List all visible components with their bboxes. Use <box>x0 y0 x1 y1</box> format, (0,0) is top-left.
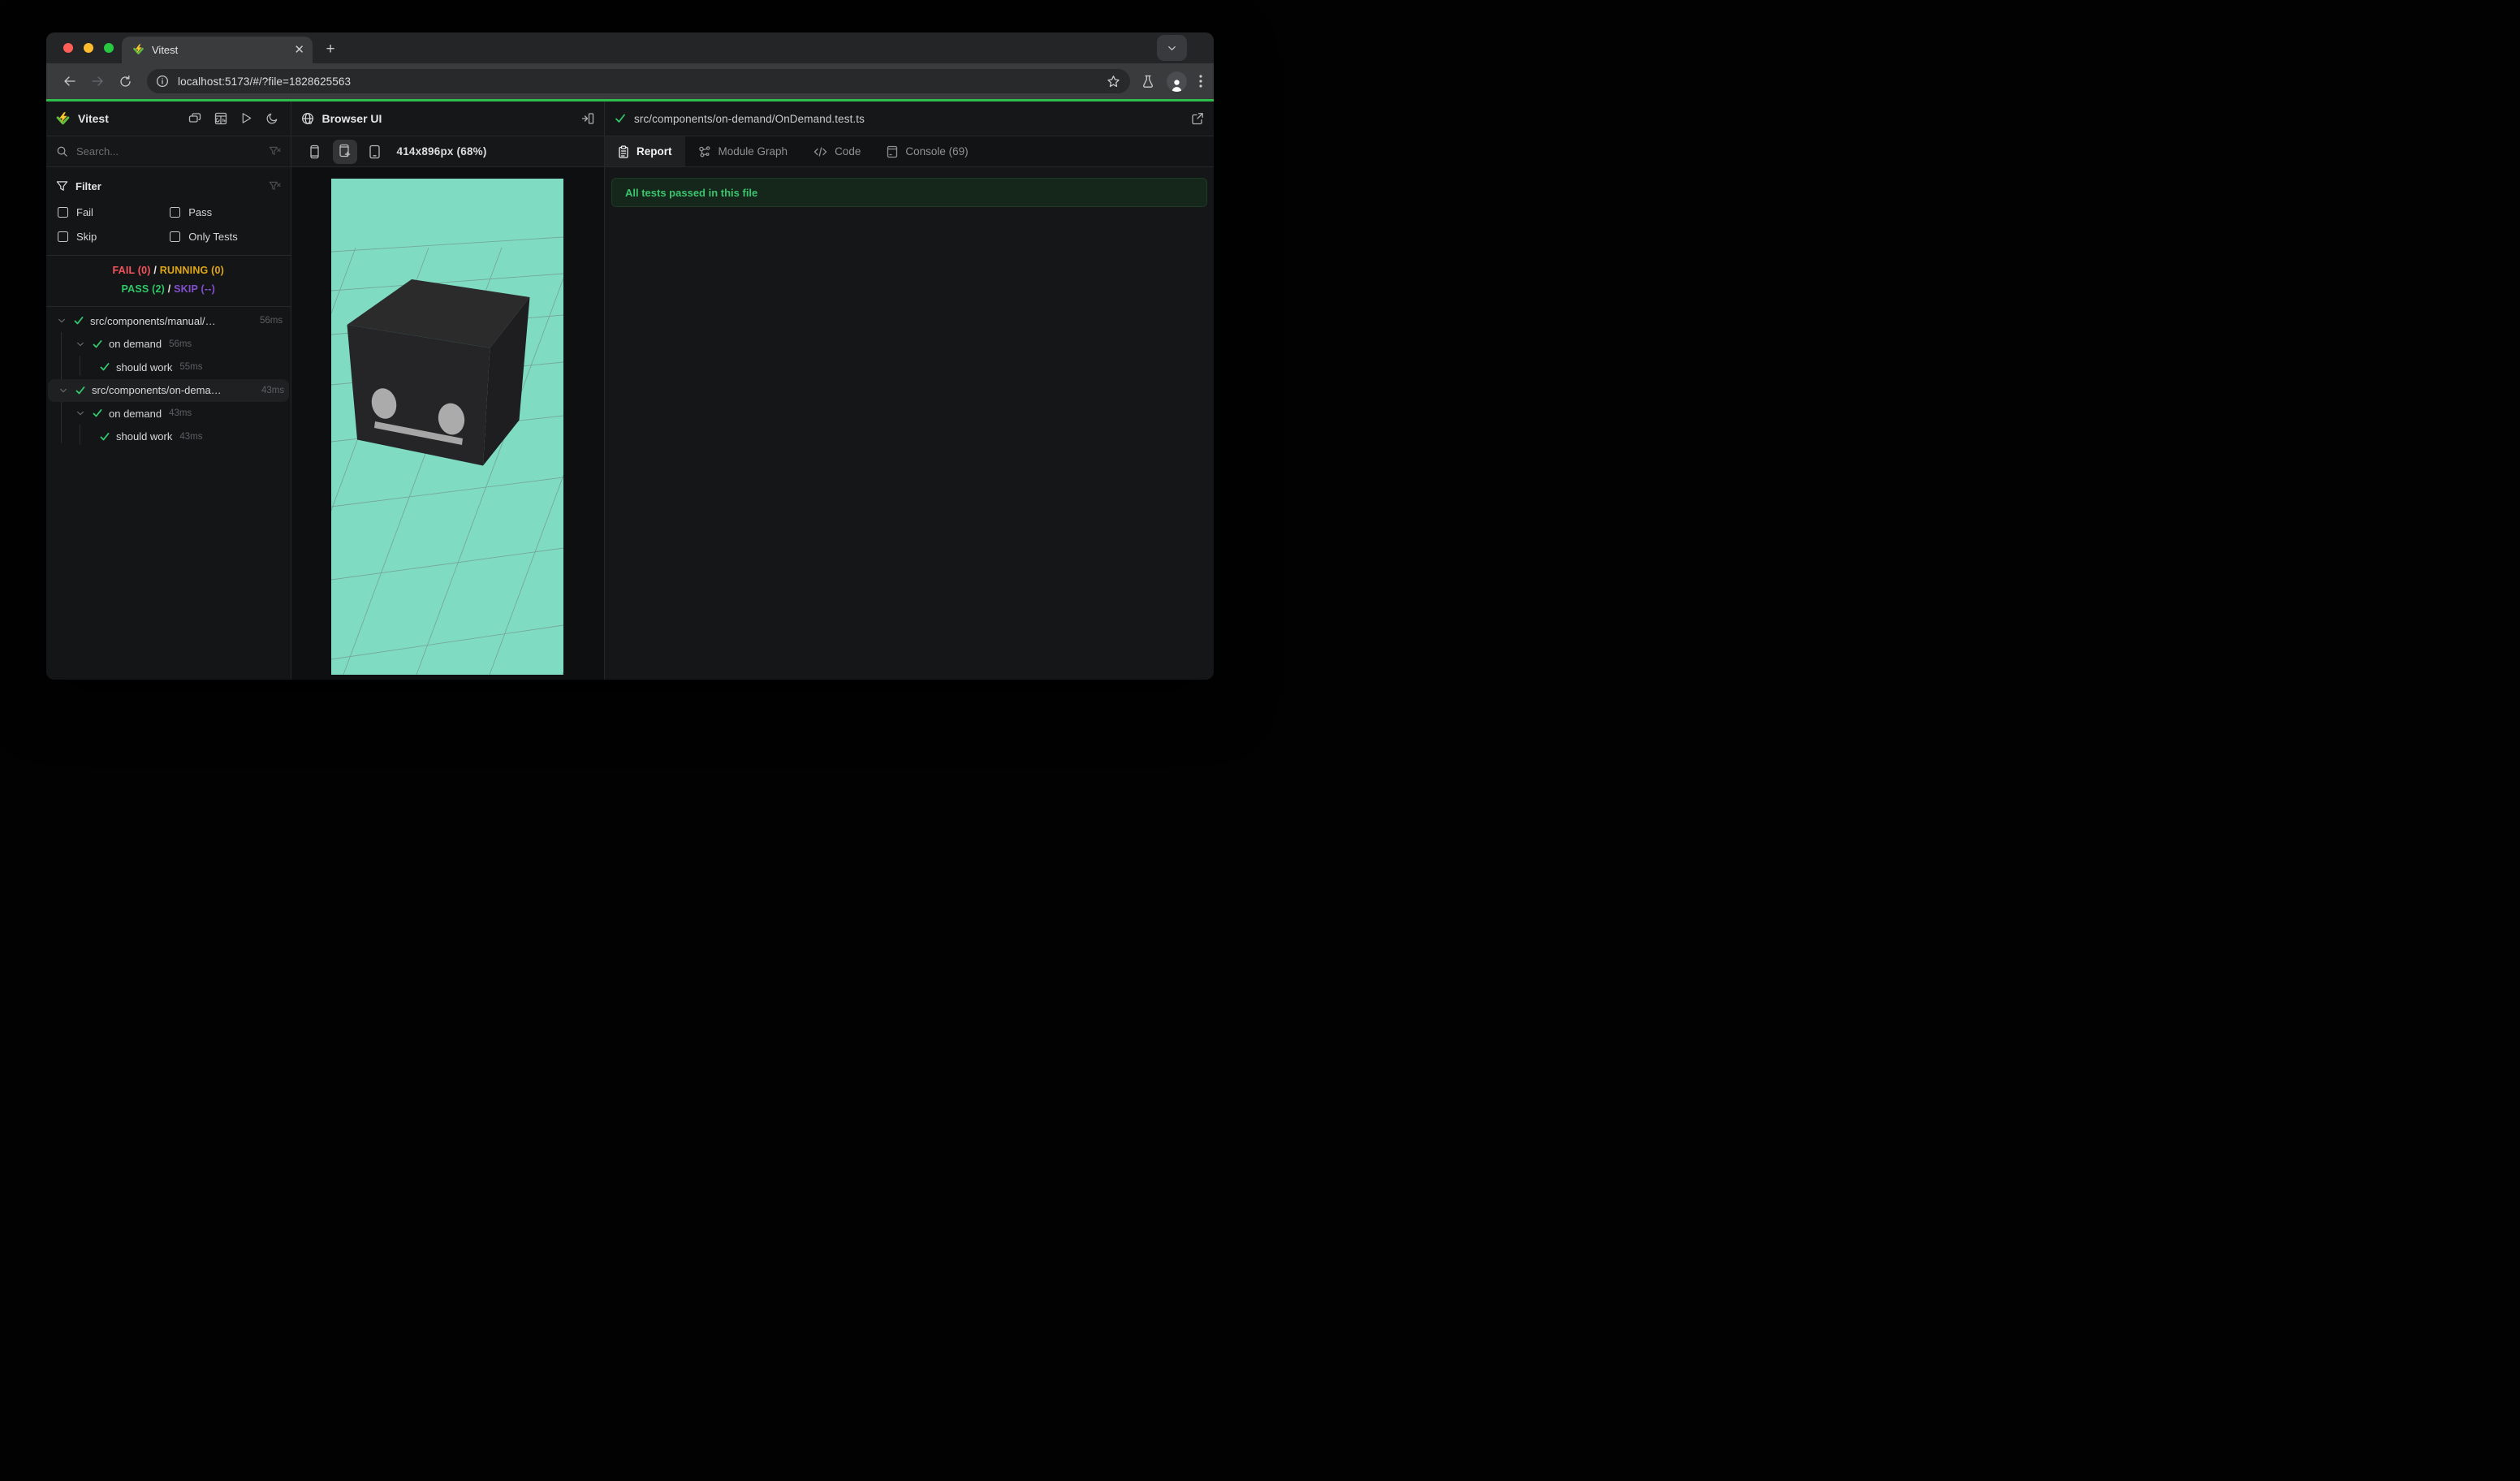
report-layout-icon[interactable] <box>213 112 229 125</box>
preview-title: Browser UI <box>321 112 382 125</box>
sidebar: Vitest Search... Filter Fail Pass Skip O… <box>46 101 291 680</box>
address-bar[interactable]: localhost:5173/#/?file=1828625563 <box>147 69 1130 93</box>
pass-check-icon <box>75 386 86 395</box>
forward-button[interactable] <box>84 75 111 88</box>
preview-content <box>291 167 605 678</box>
tab-console[interactable]: Console (69) <box>874 136 981 166</box>
code-icon <box>813 146 827 158</box>
vitest-logo-icon <box>56 111 70 126</box>
pass-check-icon <box>92 408 103 418</box>
tab-module-graph[interactable]: Module Graph <box>685 136 801 166</box>
window-controls <box>63 43 114 53</box>
pass-check-icon <box>615 113 626 124</box>
labs-flask-icon[interactable] <box>1141 75 1154 89</box>
vitest-favicon-icon <box>132 44 145 56</box>
external-link-icon[interactable] <box>1191 112 1204 125</box>
bookmark-star-icon[interactable] <box>1107 75 1120 89</box>
filter-funnel-icon <box>56 180 68 192</box>
vitest-ui: Vitest Search... Filter Fail Pass Skip O… <box>46 101 1214 680</box>
reload-button[interactable] <box>111 75 139 89</box>
pass-check-icon <box>92 339 103 349</box>
search-row <box>46 136 291 167</box>
module-graph-icon <box>698 145 711 158</box>
preview-toolbar: 414x896px (68%) <box>291 136 604 167</box>
search-icon <box>56 145 68 158</box>
browser-window: Vitest ✕ + localhost:5173/#/?file=182862… <box>46 32 1214 680</box>
app-title: Vitest <box>78 112 109 125</box>
dark-mode-moon-icon[interactable] <box>265 112 281 125</box>
pass-check-icon <box>73 316 84 326</box>
tree-file-row-selected[interactable]: src/components/on-dema… 43ms <box>48 378 289 402</box>
device-large-phone-button[interactable] <box>332 139 357 164</box>
report-content: All tests passed in this file <box>605 178 1214 207</box>
new-tab-button[interactable]: + <box>319 39 342 60</box>
tab-code[interactable]: Code <box>800 136 874 166</box>
pass-check-icon <box>99 432 110 442</box>
dashboard-windows-icon[interactable] <box>187 112 203 125</box>
tree-test-row[interactable]: should work 55ms <box>46 356 291 379</box>
clear-filter-icon[interactable] <box>269 180 281 192</box>
test-tree: src/components/manual/… 56ms on demand 5… <box>46 307 291 448</box>
filter-skip-checkbox[interactable]: Skip <box>56 227 168 245</box>
device-tablet-button[interactable] <box>363 140 387 164</box>
checkbox[interactable] <box>58 231 68 242</box>
browser-menu-icon[interactable] <box>1199 75 1202 88</box>
tree-file-row[interactable]: src/components/manual/… 56ms <box>46 309 291 333</box>
viewport-size-label: 414x896px (68%) <box>396 145 487 158</box>
chevron-down-icon[interactable] <box>58 386 69 395</box>
close-window-button[interactable] <box>63 43 73 53</box>
chevron-down-icon[interactable] <box>75 409 86 417</box>
sidebar-header: Vitest <box>46 101 291 136</box>
tested-app-iframe[interactable] <box>331 179 564 675</box>
tab-title: Vitest <box>152 44 179 56</box>
site-info-icon[interactable] <box>153 72 171 90</box>
chevron-down-icon[interactable] <box>75 340 86 348</box>
clipboard-icon <box>618 145 629 158</box>
clear-filter-icon[interactable] <box>269 145 281 158</box>
minimize-window-button[interactable] <box>84 43 93 53</box>
preview-header: Browser UI <box>291 101 604 136</box>
test-summary: FAIL (0) / RUNNING (0) PASS (2) / SKIP (… <box>46 256 291 307</box>
report-panel: src/components/on-demand/OnDemand.test.t… <box>605 101 1214 680</box>
device-small-phone-button[interactable] <box>303 140 327 164</box>
checkbox[interactable] <box>170 206 181 218</box>
globe-icon <box>301 112 314 125</box>
all-tests-passed-banner: All tests passed in this file <box>611 178 1207 207</box>
run-all-play-icon[interactable] <box>239 112 255 125</box>
report-tabs: Report Module Graph Code Console (69) <box>605 136 1214 167</box>
console-icon <box>887 145 898 158</box>
browser-preview-panel: Browser UI 414x896px (68%) <box>291 101 605 680</box>
browser-tabstrip: Vitest ✕ + <box>46 32 1214 63</box>
browser-toolbar: localhost:5173/#/?file=1828625563 <box>46 63 1214 99</box>
checkbox[interactable] <box>58 206 68 218</box>
filter-title: Filter <box>76 179 101 192</box>
filter-only-tests-checkbox[interactable]: Only Tests <box>168 227 280 245</box>
search-input[interactable] <box>76 145 269 158</box>
browser-tab[interactable]: Vitest ✕ <box>122 37 313 63</box>
back-button[interactable] <box>56 75 84 88</box>
report-file-path: src/components/on-demand/OnDemand.test.t… <box>634 112 865 125</box>
tree-test-row[interactable]: should work 43ms <box>46 425 291 449</box>
filter-pass-checkbox[interactable]: Pass <box>168 203 280 221</box>
report-header: src/components/on-demand/OnDemand.test.t… <box>605 101 1214 136</box>
pass-check-icon <box>99 362 110 372</box>
chevron-down-icon[interactable] <box>56 317 67 325</box>
checkbox[interactable] <box>170 231 181 242</box>
tree-suite-row[interactable]: on demand 56ms <box>46 333 291 356</box>
filter-fail-checkbox[interactable]: Fail <box>56 203 168 221</box>
maximize-window-button[interactable] <box>104 43 114 53</box>
tree-suite-row[interactable]: on demand 43ms <box>46 402 291 425</box>
tab-search-chevron-button[interactable] <box>1157 35 1187 61</box>
tab-close-icon[interactable]: ✕ <box>294 44 304 56</box>
profile-avatar[interactable] <box>1167 71 1187 92</box>
toolbar-right-icons <box>1141 71 1202 92</box>
filter-section: Filter Fail Pass Skip Only Tests <box>46 167 291 256</box>
open-panel-right-icon[interactable] <box>581 112 594 125</box>
tab-report[interactable]: Report <box>605 136 685 166</box>
url-text[interactable]: localhost:5173/#/?file=1828625563 <box>178 76 1107 88</box>
